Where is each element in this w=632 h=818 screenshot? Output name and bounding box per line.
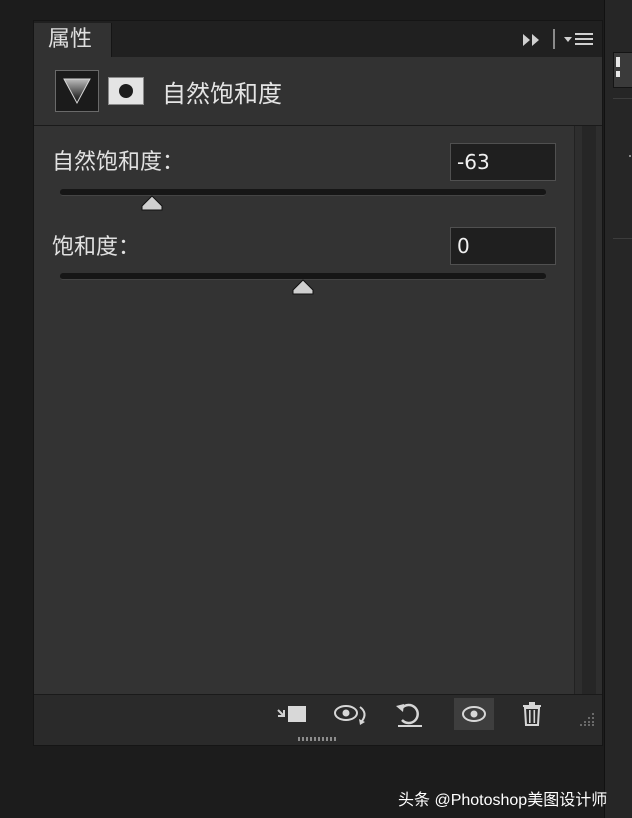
vibrance-slider[interactable] [60,189,546,196]
adjustment-controls: 自然饱和度： -63 饱和度： 0 [34,126,574,694]
panel-menu-icon[interactable] [562,29,596,51]
panel-scrollbar[interactable] [574,126,602,694]
tab-properties[interactable]: 属性 [34,23,112,57]
tabbar-divider [553,29,555,49]
panel-resize-handle[interactable] [298,736,338,742]
adjustment-title: 自然饱和度 [162,80,282,108]
saturation-label: 饱和度： [52,235,141,260]
watermark: 头条 @Photoshop美图设计师 [398,792,608,809]
eye-icon[interactable] [454,698,494,730]
saturation-slider-thumb[interactable] [292,279,314,295]
properties-panel: 属性 自然饱和度 自然饱和度： -63 饱和度： 0 [33,20,603,746]
view-previous-state-icon[interactable] [332,698,372,730]
resize-grip-icon[interactable] [578,711,596,727]
double-arrow-right-icon[interactable] [520,29,542,51]
layer-mask-icon[interactable] [108,77,144,105]
dock-divider [613,98,632,99]
dock-divider [613,238,632,239]
vibrance-slider-thumb[interactable] [141,195,163,211]
clip-to-layer-icon[interactable] [272,698,312,730]
trash-icon[interactable] [512,698,552,730]
vibrance-input[interactable]: -63 [450,143,556,181]
panel-header: 自然饱和度 [34,57,602,126]
dock-panel-chip[interactable] [613,52,632,88]
vibrance-label: 自然饱和度： [52,150,185,175]
saturation-input[interactable]: 0 [450,227,556,265]
panel-tabbar: 属性 [34,21,602,58]
reset-icon[interactable] [390,698,430,730]
right-dock-strip [604,0,632,818]
panel-footer [34,694,602,733]
dock-tick [629,155,631,157]
vibrance-triangle-icon[interactable] [55,70,99,112]
